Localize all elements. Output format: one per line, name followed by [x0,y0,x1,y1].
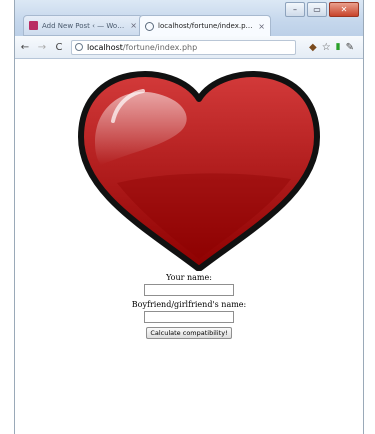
window-controls: – ▭ ✕ [283,2,359,17]
wordpress-favicon-icon [29,21,38,30]
tab-label: Add New Post ‹ — WordPr [42,21,127,30]
tab-wordpress[interactable]: Add New Post ‹ — WordPr × [23,15,143,36]
minimize-button[interactable]: – [285,2,305,17]
extension-icon[interactable]: ◆ [309,42,317,53]
maximize-button[interactable]: ▭ [307,2,327,17]
url-path: /fortune/index.php [122,42,198,52]
reload-icon[interactable]: C [52,42,66,53]
your-name-input[interactable] [144,284,234,296]
tab-label: localhost/fortune/index.php [158,22,255,30]
page-favicon-icon [145,21,154,31]
heart-image [78,71,320,271]
signal-icon[interactable]: ▮ [336,42,341,52]
compatibility-form: Your name: Boyfriend/girlfriend's name: … [15,272,363,339]
toolbar-actions: ◆ ☆ ▮ ✎ [304,42,354,53]
address-bar[interactable]: localhost/fortune/index.php [71,39,296,55]
browser-window: Add New Post ‹ — WordPr × localhost/fort… [14,0,364,434]
url-host: localhost [87,42,123,52]
partner-name-label: Boyfriend/girlfriend's name: [131,300,247,309]
tab-fortune[interactable]: localhost/fortune/index.php × [139,15,271,36]
close-button[interactable]: ✕ [329,2,359,17]
partner-name-input[interactable] [144,311,234,323]
tab-close-icon[interactable]: × [130,21,137,30]
page-info-icon[interactable] [75,43,83,51]
back-icon[interactable]: ← [18,42,32,53]
tab-close-icon[interactable]: × [258,22,265,31]
wrench-icon[interactable]: ✎ [346,42,354,53]
calculate-compatibility-button[interactable]: Calculate compatibility! [146,327,232,339]
title-bar: Add New Post ‹ — WordPr × localhost/fort… [15,0,363,36]
page-content: Your name: Boyfriend/girlfriend's name: … [15,59,363,434]
your-name-label: Your name: [166,273,212,282]
forward-icon[interactable]: → [35,42,49,53]
browser-toolbar: ← → C localhost/fortune/index.php ◆ ☆ ▮ … [15,36,363,59]
star-icon[interactable]: ☆ [322,42,331,53]
